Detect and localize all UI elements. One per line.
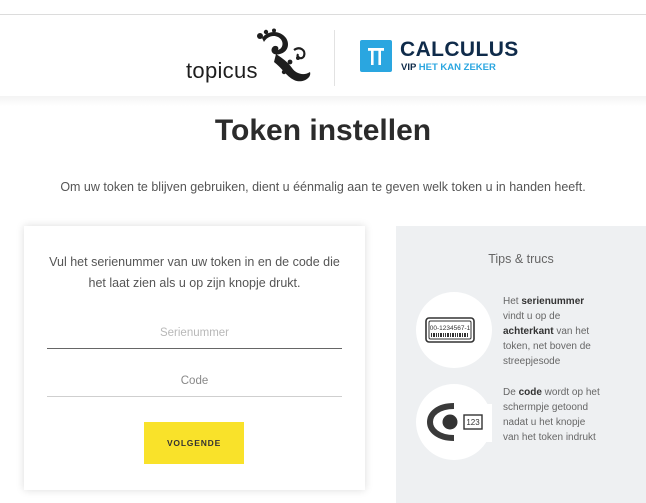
calculus-logo: CALCULUS VIP HET KAN ZEKER [360, 38, 520, 78]
serial-tip-bold-back: achterkant [503, 326, 554, 337]
token-serial-icon: 00-1234567-1 [416, 292, 492, 368]
tips-panel: Tips & trucs 00-1234567-1 Het serienumme… [396, 226, 646, 503]
calculus-tag-slogan: HET KAN ZEKER [418, 62, 496, 73]
token-form-card: Vul het serienummer van uw token in en d… [24, 226, 365, 490]
gecko-icon [257, 28, 311, 82]
code-tip-pre: De [503, 387, 519, 398]
form-intro: Vul het serienummer van uw token in en d… [49, 255, 340, 290]
serial-tip-text: Het serienummer vindt u op de achterkant… [503, 294, 603, 369]
page-subtitle: Om uw token te blijven gebruiken, dient … [60, 180, 586, 194]
serial-field [47, 318, 342, 349]
serial-tip-pre: Het [503, 296, 522, 307]
code-input[interactable] [47, 366, 342, 396]
code-field [47, 366, 342, 397]
serial-tip-bold-serial: serienummer [521, 296, 585, 307]
logo-divider [334, 30, 335, 86]
token-display-icon: 123 [416, 384, 492, 460]
top-divider [0, 14, 646, 15]
calculus-tagline: VIP HET KAN ZEKER [401, 62, 496, 73]
calculus-logo-text: CALCULUS [400, 38, 519, 61]
serial-tip-mid: vindt u op de [503, 311, 561, 322]
pi-icon [360, 40, 392, 72]
code-tip-bold: code [518, 387, 542, 398]
header-shadow [0, 96, 646, 106]
serial-icon-label: 00-1234567-1 [430, 325, 471, 332]
next-button[interactable]: VOLGENDE [144, 422, 244, 464]
serial-input[interactable] [47, 318, 342, 348]
topicus-logo-text: topicus [186, 58, 258, 83]
code-tip-text: De code wordt op het schermpje getoond n… [503, 385, 603, 445]
page-title: Token instellen [214, 114, 432, 147]
topicus-logo: topicus [184, 28, 314, 88]
calculus-tag-vip: VIP [401, 62, 417, 73]
tips-title: Tips & trucs [488, 252, 554, 266]
code-icon-label: 123 [466, 418, 480, 427]
